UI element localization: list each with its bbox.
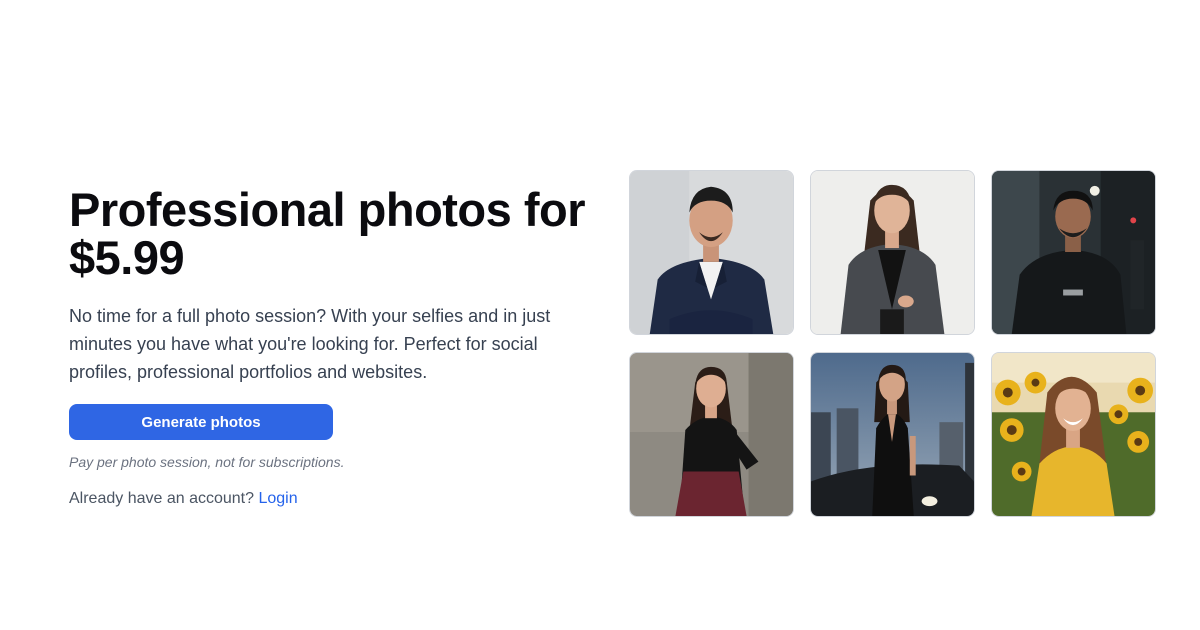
hero-section: Professional photos for $5.99 No time fo…: [0, 0, 1200, 630]
generate-photos-button[interactable]: Generate photos: [69, 404, 333, 440]
pricing-note: Pay per photo session, not for subscript…: [69, 454, 345, 470]
headline-line-1: Professional photos for: [69, 183, 586, 236]
account-prompt-text: Already have an account?: [69, 490, 255, 507]
sample-photo-woman-blazer: [810, 170, 975, 335]
sample-photo-woman-city: [810, 352, 975, 517]
login-link[interactable]: Login: [258, 490, 297, 507]
photo-gallery: [629, 170, 1157, 517]
page-title: Professional photos for $5.99: [69, 186, 599, 282]
sample-photo-man-hoodie: [991, 170, 1156, 335]
hero-text-column: Professional photos for $5.99 No time fo…: [69, 186, 599, 508]
sample-photo-man-suit: [629, 170, 794, 335]
hero-description: No time for a full photo session? With y…: [69, 306, 551, 382]
headline-price: $5.99: [69, 231, 185, 284]
account-prompt-row: Already have an account? Login: [69, 490, 599, 508]
sample-photo-woman-wall: [629, 352, 794, 517]
sample-photo-woman-sunflowers: [991, 352, 1156, 517]
